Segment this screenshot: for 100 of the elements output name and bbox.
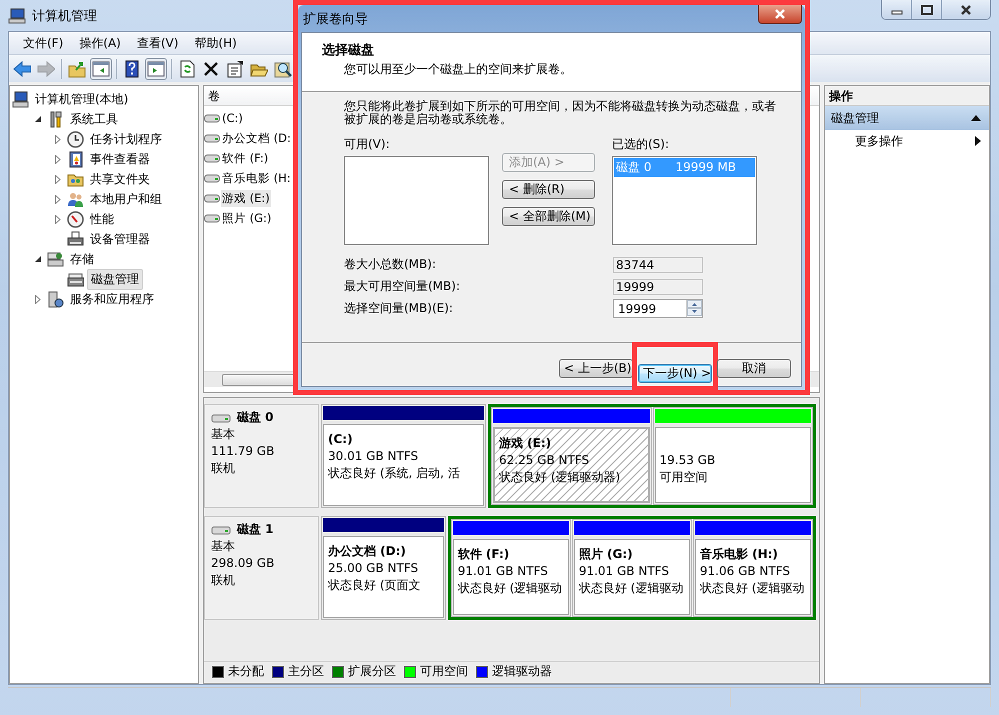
tree-item[interactable]: 设备管理器 xyxy=(87,230,153,248)
close-button[interactable] xyxy=(758,5,802,24)
expanded-arrow-icon[interactable] xyxy=(34,256,42,262)
readonly-field[interactable]: 83744 xyxy=(613,256,703,272)
volume-item[interactable]: 音乐电影 (H: xyxy=(221,170,292,186)
volume-item[interactable]: 照片 (G:) xyxy=(221,210,272,226)
legend-label: 未分配 xyxy=(228,663,264,680)
volume-item[interactable]: 游戏 (E:) xyxy=(221,190,271,206)
partition-status: 可用空间 xyxy=(660,469,708,486)
submenu-arrow-icon[interactable] xyxy=(975,136,981,146)
available-list[interactable] xyxy=(344,156,489,245)
maximize-button[interactable] xyxy=(912,0,942,19)
wizard-heading: 选择磁盘 xyxy=(322,42,375,59)
collapse-arrow-icon[interactable] xyxy=(971,115,981,121)
menu-item[interactable]: 文件(F) xyxy=(15,32,72,54)
tree-item[interactable]: 事件查看器 xyxy=(87,150,153,168)
partition-size: 62.25 GB NTFS xyxy=(499,452,590,469)
collapsed-arrow-icon[interactable] xyxy=(35,294,41,304)
close-icon xyxy=(960,4,972,14)
computer-icon xyxy=(12,90,29,108)
wizard-subtitle: 您可以用至少一个磁盘上的空间来扩展卷。 xyxy=(343,61,573,78)
tree-item[interactable]: 共享文件夹 xyxy=(87,170,153,188)
wizard-button[interactable]: 取消 xyxy=(717,359,791,378)
printer-icon xyxy=(67,230,84,248)
disk-type: 基本 xyxy=(211,538,236,555)
expanded-arrow-icon[interactable] xyxy=(34,116,42,122)
partition-box[interactable]: 19.53 GB 可用空间 xyxy=(654,427,811,503)
volume-item[interactable]: 软件 (F:) xyxy=(221,150,270,166)
partition-name: 游戏 (E:) xyxy=(499,435,552,452)
partition-status: 状态良好 (逻辑驱动器) xyxy=(499,469,622,486)
delete-icon xyxy=(202,60,220,78)
tree-item[interactable]: 服务和应用程序 xyxy=(67,290,157,308)
volume-item[interactable]: (C:) xyxy=(221,110,244,126)
close-button[interactable] xyxy=(942,0,990,19)
number-spinner[interactable]: 19999 xyxy=(613,299,703,318)
disk-status: 联机 xyxy=(211,572,236,589)
pane-toggle-button[interactable] xyxy=(145,58,167,80)
collapsed-arrow-icon[interactable] xyxy=(55,174,61,184)
readonly-field[interactable]: 19999 xyxy=(613,278,703,294)
menu-item[interactable]: 帮助(H) xyxy=(186,32,245,54)
remove-button[interactable]: < 删除(R) xyxy=(502,180,595,199)
tree-item[interactable]: 计算机管理(本地) xyxy=(32,90,132,108)
action-link[interactable]: 更多操作 xyxy=(855,132,903,150)
collapsed-arrow-icon[interactable] xyxy=(55,214,61,224)
partition-box[interactable]: 办公文档 (D:) 25.00 GB NTFS 状态良好 (页面文 xyxy=(323,536,444,618)
tree-item[interactable]: 磁盘管理 xyxy=(87,268,143,290)
partition-box[interactable]: 游戏 (E:) 62.25 GB NTFS 状态良好 (逻辑驱动器) xyxy=(493,427,650,503)
help-icon xyxy=(123,60,141,78)
drive-icon xyxy=(211,412,231,422)
tree-item[interactable]: 任务计划程序 xyxy=(87,130,165,148)
window-title: 计算机管理 xyxy=(32,8,97,24)
pane-toggle-button[interactable] xyxy=(90,58,112,80)
partition-status: 状态良好 (逻辑驱动 xyxy=(458,580,564,597)
section-header[interactable]: 磁盘管理 xyxy=(825,106,989,130)
collapsed-arrow-icon[interactable] xyxy=(55,194,61,204)
partition-box[interactable]: 软件 (F:) 91.01 GB NTFS 状态良好 (逻辑驱动 xyxy=(452,539,569,615)
partition-size: 91.06 GB NTFS xyxy=(700,563,792,580)
tree-item[interactable]: 性能 xyxy=(87,210,117,228)
partition-box[interactable]: (C:) 30.01 GB NTFS 状态良好 (系统, 启动, 活 xyxy=(323,424,484,506)
info-text: 您只能将此卷扩展到如下所示的可用空间，因为不能将磁盘转换为动态磁盘，或者被扩展的卷是启动卷或系统卷。 xyxy=(344,100,777,126)
drive-icon xyxy=(204,213,221,223)
dialog-title: 扩展卷向导 xyxy=(302,10,368,28)
wizard-button[interactable]: 下一步(N) > xyxy=(638,364,712,383)
drive-icon xyxy=(204,113,221,123)
wizard-button[interactable]: < 上一步(B) xyxy=(559,359,633,378)
partition-box[interactable]: 音乐电影 (H:) 91.06 GB NTFS 状态良好 (逻辑驱动 xyxy=(694,539,811,615)
storage-icon xyxy=(47,250,64,268)
search-icon xyxy=(274,60,292,78)
computer-icon xyxy=(8,8,26,24)
minimize-button[interactable] xyxy=(882,0,912,19)
partition-name: 软件 (F:) xyxy=(458,546,510,563)
drive-icon xyxy=(204,133,221,143)
tree-item[interactable]: 系统工具 xyxy=(67,110,121,128)
field-label: 最大可用空间量(MB): xyxy=(344,278,461,295)
collapsed-arrow-icon[interactable] xyxy=(55,134,61,144)
partition-name: (C:) xyxy=(328,431,354,448)
back-arrow-icon xyxy=(13,60,31,78)
field-label: 选择空间量(MB)(E): xyxy=(344,300,454,317)
partition-size: 91.01 GB NTFS xyxy=(458,563,549,580)
users-icon xyxy=(67,190,84,208)
partition-size: 30.01 GB NTFS xyxy=(328,448,420,465)
gauge-icon xyxy=(67,210,84,228)
menu-item[interactable]: 操作(A) xyxy=(71,32,129,54)
folder-arrow-icon xyxy=(68,60,86,78)
tree-item[interactable]: 本地用户和组 xyxy=(87,190,165,208)
tree-item[interactable]: 存储 xyxy=(67,250,97,268)
partition-box[interactable]: 照片 (G:) 91.01 GB NTFS 状态良好 (逻辑驱动 xyxy=(574,539,690,615)
menu-item[interactable]: 查看(V) xyxy=(128,32,186,54)
volume-item[interactable]: 办公文档 (D: xyxy=(221,130,292,146)
remove-button[interactable]: < 全部删除(M) xyxy=(502,207,595,226)
partition-name: 音乐电影 (H:) xyxy=(700,546,779,563)
partition-size: 19.53 GB xyxy=(660,452,716,469)
partition-name: 办公文档 (D:) xyxy=(328,543,407,560)
properties-icon xyxy=(226,60,244,78)
disk-size: 298.09 GB xyxy=(211,555,276,572)
refresh-icon xyxy=(178,60,196,78)
partition-status: 状态良好 (页面文 xyxy=(328,577,422,594)
services-icon xyxy=(47,290,64,308)
collapsed-arrow-icon[interactable] xyxy=(55,154,61,164)
list-label: 可用(V): xyxy=(344,136,391,153)
